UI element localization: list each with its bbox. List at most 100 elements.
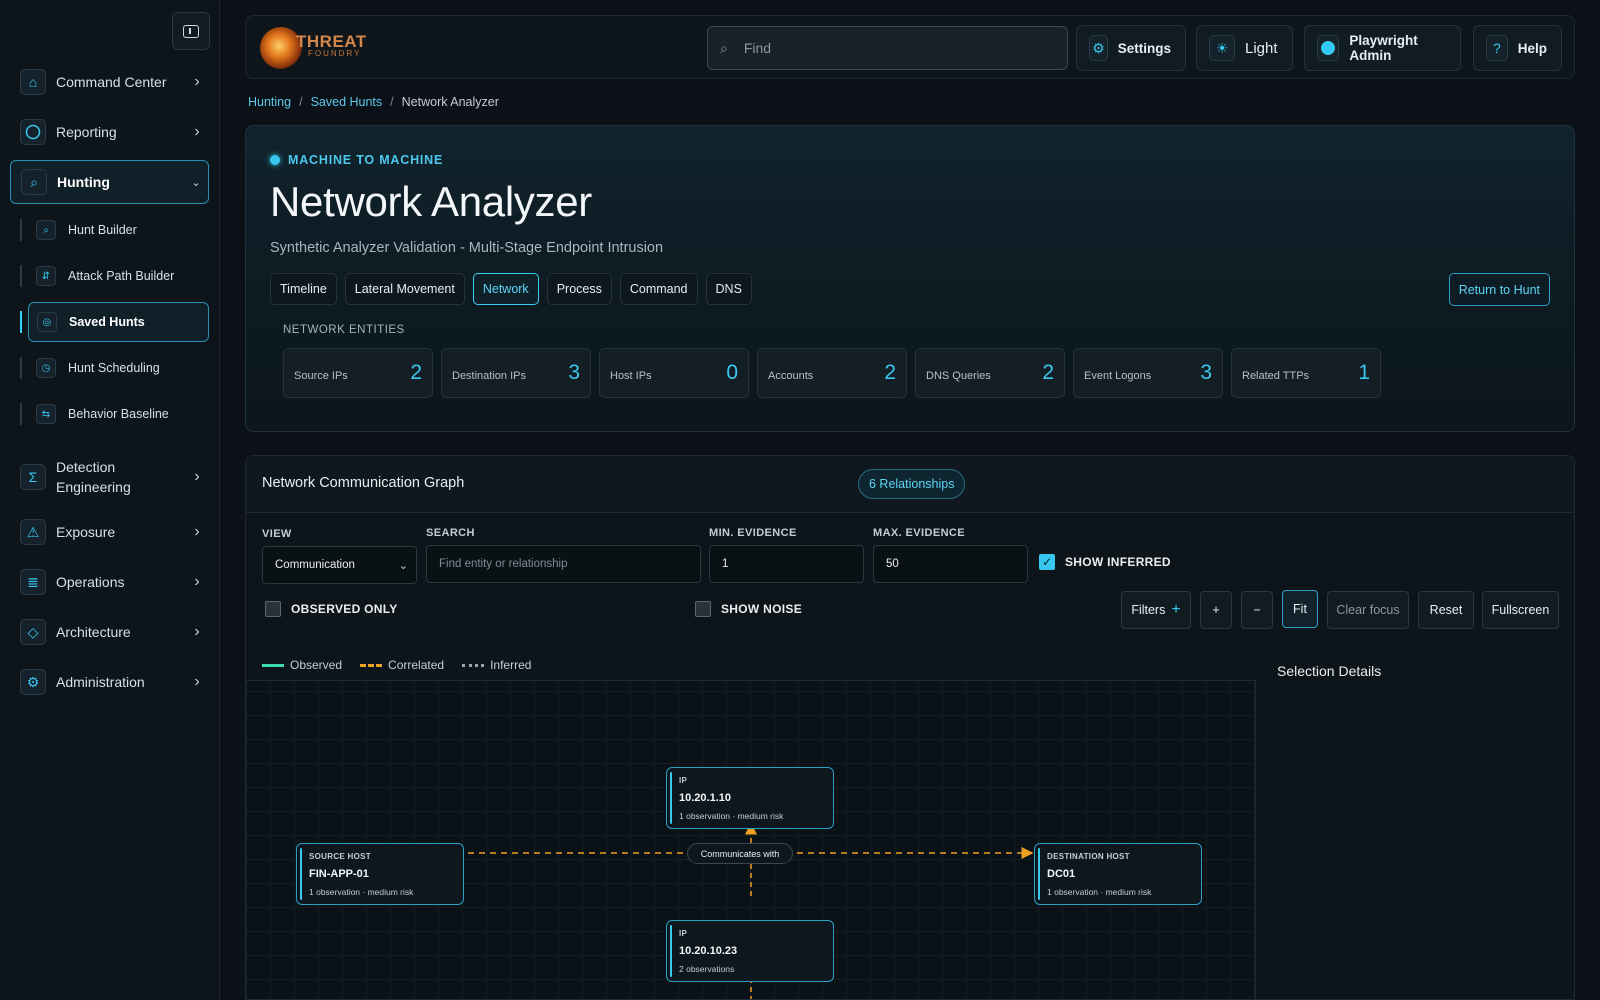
stat-value: 3 bbox=[568, 361, 580, 384]
sidebar-subitem-label: Hunt Scheduling bbox=[68, 361, 160, 375]
edge-label[interactable]: Communicates with bbox=[687, 843, 793, 864]
graph-edges bbox=[468, 822, 1034, 999]
tab-lateral-movement[interactable]: Lateral Movement bbox=[344, 273, 465, 305]
node-type: DESTINATION HOST bbox=[1047, 852, 1130, 861]
settings-button[interactable]: ⚙ Settings bbox=[1076, 25, 1186, 71]
user-menu-button[interactable]: Playwright Admin bbox=[1304, 25, 1461, 71]
theme-toggle-button[interactable]: ☀ Light bbox=[1196, 25, 1293, 71]
clock-icon: ◷ bbox=[36, 358, 56, 378]
search-icon: ⌕ bbox=[720, 39, 728, 56]
breadcrumb-current: Network Analyzer bbox=[401, 95, 499, 109]
circle-icon bbox=[20, 119, 46, 145]
sub-nav-line bbox=[20, 265, 22, 287]
reset-button[interactable]: Reset bbox=[1418, 591, 1474, 629]
sidebar-item-exposure[interactable]: ⚠ Exposure › bbox=[10, 510, 209, 554]
sidebar-item-label: Command Center bbox=[56, 74, 167, 90]
user-label: Playwright Admin bbox=[1349, 33, 1418, 63]
sidebar-subitem-label: Hunt Builder bbox=[68, 223, 137, 237]
gear-icon: ⚙ bbox=[20, 669, 46, 695]
graph-node-ip[interactable]: IP 10.20.1.10 1 observation · medium ris… bbox=[666, 767, 834, 829]
target-icon: ◎ bbox=[37, 312, 57, 332]
chevron-right-icon: › bbox=[194, 623, 200, 640]
graph-node-source-host[interactable]: SOURCE HOST FIN-APP-01 1 observation · m… bbox=[296, 843, 464, 905]
sidebar-item-administration[interactable]: ⚙ Administration › bbox=[10, 660, 209, 704]
chevron-right-icon: › bbox=[194, 73, 200, 90]
status-dot-icon bbox=[270, 155, 280, 165]
tab-dns[interactable]: DNS bbox=[705, 273, 752, 305]
sidebar-subitem-behavior-baseline[interactable]: ⇆ Behavior Baseline bbox=[28, 394, 209, 434]
sidebar-subitem-hunt-builder[interactable]: ⌕ Hunt Builder bbox=[28, 210, 209, 250]
swap-icon: ⇆ bbox=[36, 404, 56, 424]
tab-process[interactable]: Process bbox=[546, 273, 612, 305]
theme-label: Light bbox=[1245, 39, 1278, 57]
stat-value: 3 bbox=[1200, 361, 1212, 384]
sidebar-item-architecture[interactable]: ◇ Architecture › bbox=[10, 610, 209, 654]
node-meta: 1 observation · medium risk bbox=[1047, 887, 1152, 897]
sidebar-toggle-icon bbox=[183, 24, 199, 38]
fit-button[interactable]: Fit bbox=[1282, 590, 1318, 628]
sidebar-item-reporting[interactable]: Reporting › bbox=[10, 110, 209, 154]
analyzer-tabs: Timeline Lateral Movement Network Proces… bbox=[270, 273, 752, 305]
sidebar-item-label: Operations bbox=[56, 574, 125, 590]
help-label: Help bbox=[1517, 40, 1547, 56]
stat-value: 2 bbox=[1042, 361, 1054, 384]
stat-card[interactable]: Accounts 2 bbox=[757, 348, 907, 398]
chevron-right-icon: › bbox=[194, 523, 200, 540]
stat-card[interactable]: Related TTPs 1 bbox=[1231, 348, 1381, 398]
breadcrumb-link-hunting[interactable]: Hunting bbox=[248, 95, 291, 109]
stat-card[interactable]: Host IPs 0 bbox=[599, 348, 749, 398]
sidebar-collapse-button[interactable] bbox=[172, 12, 210, 50]
home-icon: ⌂ bbox=[20, 69, 46, 95]
entity-stats: Source IPs 2 Destination IPs 3 Host IPs 0 A… bbox=[283, 348, 1381, 398]
stat-card[interactable]: DNS Queries 2 bbox=[915, 348, 1065, 398]
sidebar-subitem-saved-hunts[interactable]: ◎ Saved Hunts bbox=[28, 302, 209, 342]
return-to-hunt-button[interactable]: Return to Hunt bbox=[1448, 273, 1550, 306]
sidebar-subitem-label: Saved Hunts bbox=[69, 315, 145, 329]
sidebar-item-detection-engineering[interactable]: Σ Detection Engineering › bbox=[10, 454, 209, 500]
stat-value: 1 bbox=[1358, 361, 1370, 384]
stat-card[interactable]: Destination IPs 3 bbox=[441, 348, 591, 398]
sidebar-item-label: Detection Engineering bbox=[56, 459, 131, 495]
stat-value: 2 bbox=[410, 361, 422, 384]
breadcrumb-link-saved-hunts[interactable]: Saved Hunts bbox=[311, 95, 383, 109]
stat-card[interactable]: Event Logons 3 bbox=[1073, 348, 1223, 398]
brand-logo[interactable]: THREAT FOUNDRY bbox=[260, 26, 400, 70]
search-placeholder: Find bbox=[743, 40, 772, 56]
global-search-input[interactable]: ⌕ Find bbox=[707, 26, 1068, 70]
stat-label: Host IPs bbox=[610, 370, 652, 382]
node-type: SOURCE HOST bbox=[309, 852, 371, 861]
tab-command[interactable]: Command bbox=[619, 273, 698, 305]
chevron-right-icon: › bbox=[194, 123, 200, 140]
node-name: 10.20.1.10 bbox=[679, 792, 731, 804]
warning-icon: ⚠ bbox=[20, 519, 46, 545]
chevron-right-icon: › bbox=[194, 573, 200, 590]
fullscreen-button[interactable]: Fullscreen bbox=[1482, 591, 1559, 629]
diamond-icon: ◇ bbox=[20, 619, 46, 645]
sub-nav-line bbox=[20, 357, 22, 379]
sidebar-item-operations[interactable]: ≣ Operations › bbox=[10, 560, 209, 604]
graph-node-ip[interactable]: IP 10.20.10.23 2 observations bbox=[666, 920, 834, 982]
eyebrow: MACHINE TO MACHINE bbox=[270, 153, 443, 167]
help-icon: ? bbox=[1486, 35, 1508, 61]
chevron-right-icon: › bbox=[194, 673, 200, 690]
clear-focus-button[interactable]: Clear focus bbox=[1327, 591, 1409, 629]
stat-label: Event Logons bbox=[1084, 370, 1152, 382]
sidebar-item-label: Hunting bbox=[57, 174, 110, 190]
path-icon: ⇵ bbox=[36, 266, 56, 286]
sub-nav-line-active bbox=[20, 311, 22, 333]
stat-card[interactable]: Source IPs 2 bbox=[283, 348, 433, 398]
sidebar-subitem-attack-path-builder[interactable]: ⇵ Attack Path Builder bbox=[28, 256, 209, 296]
logo-text: THREAT FOUNDRY bbox=[296, 33, 367, 60]
sidebar-item-hunting[interactable]: ⌕ Hunting ⌄ bbox=[10, 160, 209, 204]
sidebar-item-label: Exposure bbox=[56, 524, 116, 540]
page-subtitle: Synthetic Analyzer Validation - Multi-St… bbox=[270, 240, 664, 256]
sidebar-item-command-center[interactable]: ⌂ Command Center › bbox=[10, 60, 209, 104]
sidebar-subitem-hunt-scheduling[interactable]: ◷ Hunt Scheduling bbox=[28, 348, 209, 388]
tab-network[interactable]: Network bbox=[472, 273, 539, 305]
help-button[interactable]: ? Help bbox=[1473, 25, 1562, 71]
stat-label: Related TTPs bbox=[1242, 370, 1310, 382]
graph-node-destination-host[interactable]: DESTINATION HOST DC01 1 observation · me… bbox=[1034, 843, 1202, 905]
tab-timeline[interactable]: Timeline bbox=[270, 273, 337, 305]
network-graph-panel: Network Communication Graph 6 Relationsh… bbox=[245, 455, 1575, 1000]
logo-line2: FOUNDRY bbox=[308, 49, 362, 58]
